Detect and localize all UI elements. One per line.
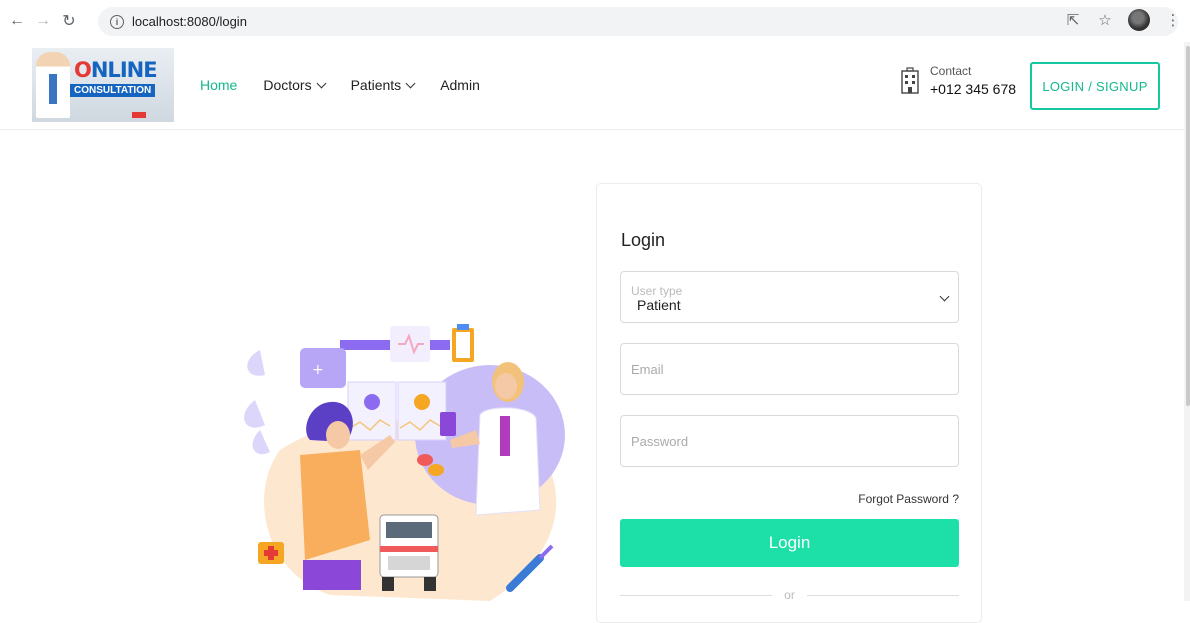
chevron-down-icon	[405, 78, 416, 88]
svg-text:+: +	[312, 362, 324, 378]
star-icon[interactable]: ☆	[1096, 11, 1114, 29]
profile-avatar[interactable]	[1128, 9, 1150, 31]
password-field-wrapper	[620, 415, 959, 467]
contact-phone[interactable]: +012 345 678	[930, 81, 1016, 97]
logo-red-tag	[132, 112, 146, 118]
share-icon[interactable]: ⇱	[1064, 11, 1082, 29]
url-text: localhost:8080/login	[132, 14, 247, 29]
chevron-down-icon	[939, 291, 950, 302]
login-signup-button[interactable]: LOGIN / SIGNUP	[1030, 62, 1160, 110]
back-arrow-icon[interactable]: ←	[6, 10, 28, 32]
menu-dots-icon[interactable]: ⋮	[1164, 11, 1182, 29]
site-logo[interactable]: ONLINE CONSULTATION	[32, 48, 174, 122]
scrollbar-thumb[interactable]	[1186, 46, 1190, 406]
contact-label: Contact	[930, 64, 972, 78]
site-header: ONLINE CONSULTATION Home Doctors Patient…	[0, 42, 1190, 130]
nav-admin[interactable]: Admin	[440, 77, 480, 93]
user-type-select[interactable]: User type Patient	[620, 271, 959, 323]
info-icon[interactable]: i	[110, 14, 124, 29]
forward-arrow-icon[interactable]: →	[32, 10, 54, 32]
reload-icon[interactable]: ↻	[58, 10, 80, 32]
contact-info: Contact +012 345 678	[900, 64, 1016, 97]
nav-patients[interactable]: Patients	[351, 77, 416, 93]
building-icon	[901, 66, 919, 94]
or-divider: or	[620, 588, 960, 602]
browser-toolbar: ← → ↻ i localhost:8080/login ⇱ ☆ ⋮	[0, 0, 1190, 42]
logo-letter-o: O	[74, 58, 92, 82]
logo-text-line2: CONSULTATION	[70, 84, 156, 97]
login-title: Login	[621, 230, 666, 250]
nav-doctors[interactable]: Doctors	[263, 77, 327, 93]
password-input[interactable]	[621, 416, 958, 466]
user-type-value: Patient	[637, 297, 681, 313]
logo-text-line1: NLINE	[90, 58, 158, 82]
doctor-figure-icon	[36, 52, 70, 118]
main-nav: Home Doctors Patients Admin	[200, 77, 480, 93]
user-type-label: User type	[631, 284, 683, 298]
login-card: Login User type Patient Forgot Password …	[596, 183, 982, 623]
consultation-illustration: +	[244, 324, 565, 601]
or-text: or	[784, 588, 795, 602]
address-bar[interactable]: i localhost:8080/login	[98, 7, 1178, 36]
browser-actions: ⇱ ☆ ⋮	[1064, 9, 1182, 31]
email-input[interactable]	[621, 344, 958, 394]
login-button[interactable]: Login	[620, 519, 959, 567]
chevron-down-icon	[316, 78, 327, 88]
nav-home[interactable]: Home	[200, 77, 237, 93]
email-field-wrapper	[620, 343, 959, 395]
forgot-password-link[interactable]: Forgot Password ?	[858, 492, 959, 506]
